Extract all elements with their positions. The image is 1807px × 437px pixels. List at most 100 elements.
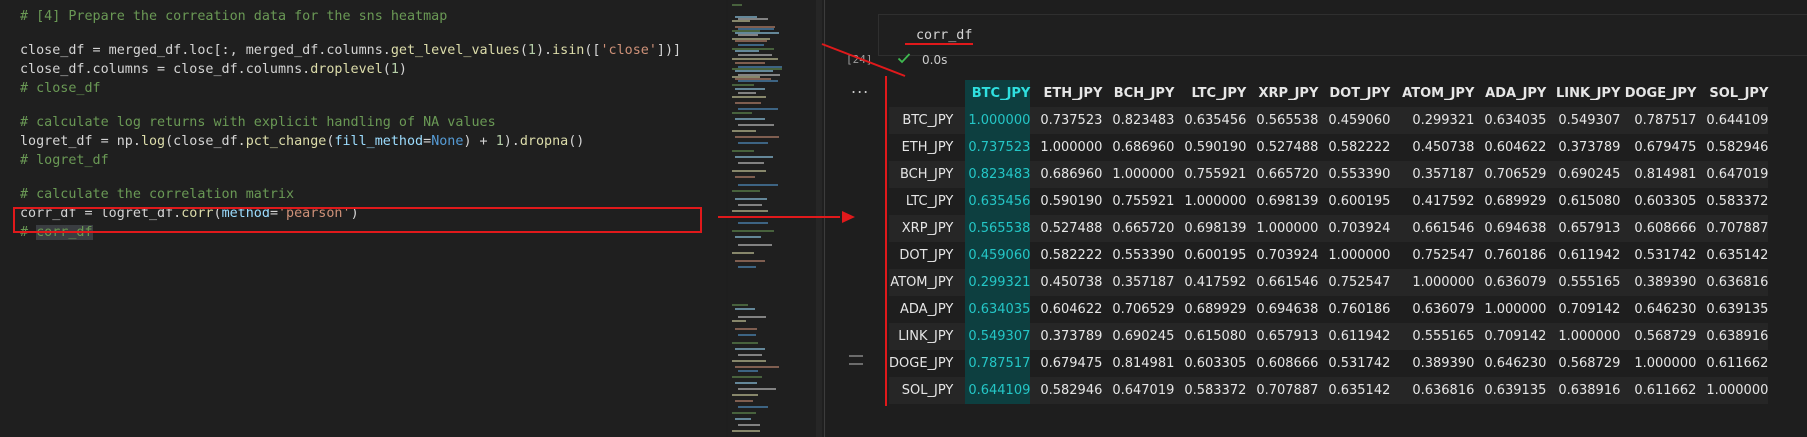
pane-divider[interactable] (824, 0, 825, 437)
minimap-line (738, 316, 766, 318)
code-token: ) (398, 62, 407, 77)
minimap[interactable] (728, 0, 826, 437)
cell-code-text[interactable]: corr_df (916, 28, 972, 43)
code-token: ). (503, 134, 520, 149)
minimap-line (735, 102, 761, 104)
output-collapse-handle[interactable] (849, 355, 863, 371)
minimap-line (738, 424, 760, 426)
minimap-line (738, 108, 778, 110)
minimap-line (738, 162, 764, 164)
minimap-line (732, 4, 742, 6)
minimap-line (735, 118, 765, 120)
minimap-line (735, 40, 767, 42)
minimap-line (735, 260, 765, 262)
execution-time: 0.0s (922, 53, 948, 67)
minimap-line (738, 334, 756, 336)
minimap-line (732, 58, 778, 60)
code-token: isin (552, 43, 585, 58)
minimap-line (732, 112, 752, 114)
code-line[interactable]: close_df = merged_df.loc[:, merged_df.co… (20, 42, 681, 60)
minimap-line (738, 34, 758, 36)
minimap-line (735, 348, 765, 350)
minimap-line (732, 376, 762, 378)
minimap-line (732, 320, 746, 322)
minimap-line (735, 156, 773, 158)
code-token: ([ (584, 43, 601, 58)
minimap-line (732, 252, 754, 254)
minimap-line (735, 382, 757, 384)
code-token: droplevel (310, 62, 383, 77)
code-line[interactable]: close_df.columns = close_df.columns.drop… (20, 61, 407, 79)
code-token: # logret_df (20, 153, 109, 168)
minimap-line (738, 222, 768, 224)
code-token: (close_df. (165, 134, 246, 149)
minimap-line (732, 430, 760, 432)
code-token: ])] (656, 43, 682, 58)
minimap-line (732, 304, 748, 306)
code-token: logret_df = np. (20, 134, 141, 149)
highlight-box-code (13, 207, 702, 233)
minimap-line (738, 54, 772, 56)
code-line[interactable]: logret_df = np.log(close_df.pct_change(f… (20, 133, 584, 151)
minimap-line (738, 244, 772, 246)
code-token: 1 (527, 43, 536, 58)
code-token: = (423, 134, 432, 149)
minimap-line (732, 20, 750, 22)
code-token: () (568, 134, 585, 149)
code-token: # [4] Prepare the correation data for th… (20, 9, 448, 24)
minimap-line (738, 142, 768, 144)
code-line[interactable]: # close_df (20, 80, 101, 98)
minimap-line (735, 216, 755, 218)
minimap-line (738, 124, 774, 126)
minimap-line (735, 136, 779, 138)
code-token: ) + (463, 134, 496, 149)
minimap-line (732, 96, 766, 98)
minimap-line (732, 360, 766, 362)
code-token: pct_change (245, 134, 327, 149)
minimap-line (732, 342, 758, 344)
check-icon (897, 53, 911, 64)
minimap-line (732, 230, 774, 232)
code-token: close_df = merged_df.loc[:, merged_df.co… (20, 43, 391, 58)
minimap-line (735, 308, 755, 310)
minimap-line (732, 170, 766, 172)
code-line[interactable]: # calculate log returns with explicit ha… (20, 114, 496, 132)
minimap-line (738, 44, 764, 46)
minimap-scrollbar[interactable] (816, 0, 822, 437)
code-token: 'close' (600, 43, 657, 58)
minimap-line (738, 354, 762, 356)
minimap-line (735, 88, 765, 90)
minimap-line (735, 400, 753, 402)
minimap-line (735, 62, 765, 64)
minimap-line (732, 130, 756, 132)
highlight-underline-corr (905, 43, 973, 45)
minimap-line (735, 70, 773, 72)
code-token: get_level_values (390, 43, 520, 58)
minimap-line (735, 198, 767, 200)
code-line[interactable]: # [4] Prepare the correation data for th… (20, 8, 447, 26)
minimap-line (732, 394, 758, 396)
code-token: 1 (495, 134, 504, 149)
minimap-line (738, 80, 778, 82)
code-token: ( (519, 43, 528, 58)
minimap-line (738, 406, 768, 408)
notebook-cell-input[interactable] (878, 14, 1807, 56)
minimap-line (738, 204, 762, 206)
minimap-line (738, 370, 758, 372)
code-line[interactable]: # calculate the correlation matrix (20, 186, 294, 204)
minimap-line (735, 50, 759, 52)
code-token: dropna (519, 134, 569, 149)
code-token: 1 (390, 62, 399, 77)
minimap-line (735, 176, 755, 178)
code-token: # close_df (20, 81, 101, 96)
minimap-line (738, 266, 756, 268)
code-token: # calculate the correlation matrix (20, 187, 295, 202)
code-line[interactable]: # logret_df (20, 152, 109, 170)
code-token: close_df.columns = close_df.columns. (20, 62, 311, 77)
code-token: log (140, 134, 166, 149)
code-token: ). (535, 43, 553, 58)
output-menu-button[interactable]: ... (851, 78, 869, 97)
minimap-line (735, 418, 751, 420)
execution-count: [24] (846, 53, 873, 66)
code-token: # calculate log returns with explicit ha… (20, 115, 496, 130)
